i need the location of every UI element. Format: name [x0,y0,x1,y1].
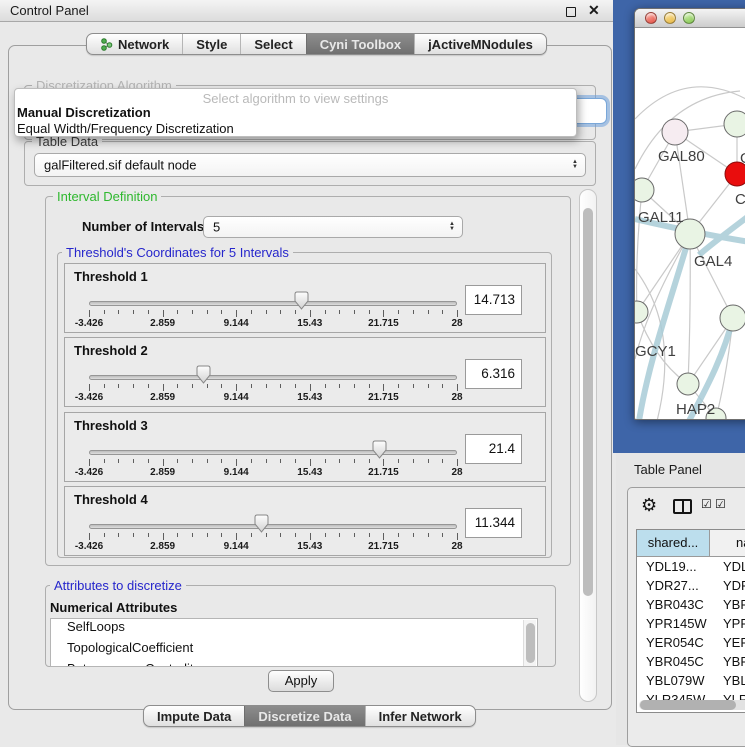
table-horizontal-scrollbar[interactable] [639,700,745,710]
column-layout-icon[interactable] [673,499,692,514]
bottom-tab-bar: Impute Data Discretize Data Infer Networ… [143,705,476,727]
table-row[interactable]: YPR145WYPR1 [637,614,745,633]
interval-definition-title: Interval Definition [53,189,161,204]
column-header-name[interactable]: na [710,530,745,556]
numerical-attributes-list[interactable]: SelfLoopsTopologicalCoefficientBetweenne… [50,618,538,667]
panel-scrollbar[interactable] [579,189,597,702]
slider-thumb[interactable] [195,365,212,384]
attribute-item[interactable]: TopologicalCoefficient [51,640,537,661]
checkbox-icon[interactable]: ☑ [715,497,726,511]
threshold-2-panel: Threshold 2 -3.4262.8599.14415.4321.7152… [64,337,546,407]
control-panel-titlebar: Control Panel ✕ [0,0,613,22]
stepper-arrows-icon: ▲▼ [572,160,578,170]
list-scrollbar[interactable] [523,620,536,667]
table-row[interactable]: YDR27...YDR2 [637,576,745,595]
attribute-item[interactable]: BetweennessCentrality [51,661,537,667]
threshold-1-value-field[interactable]: 14.713 [465,285,522,315]
control-panel: Control Panel ✕ Network Style Select Cyn… [0,0,613,745]
tab-network[interactable]: Network [87,34,182,54]
gear-icon[interactable]: ⚙ [641,495,657,516]
table-panel: Table Panel ⚙ ☑ ☑ shared... na YDL19...Y… [616,453,745,745]
attributes-group-title: Attributes to discretize [50,578,186,593]
slider-track[interactable] [89,450,457,455]
option-equal-width-frequency[interactable]: Equal Width/Frequency Discretization [15,121,576,137]
node-gal11[interactable] [635,178,654,202]
close-icon[interactable]: ✕ [588,2,600,19]
network-view-window[interactable]: GAL80 G C GAL11 GAL4 GCY1 H HAP2 [634,8,745,420]
scrollbar-thumb[interactable] [640,700,736,710]
algorithm-placeholder: Select algorithm to view settings [15,89,576,105]
apply-button[interactable]: Apply [268,670,334,692]
node-table-body: YDL19...YDL1YDR27...YDR2YBR043CYBR0YPR14… [637,557,745,713]
table-row[interactable]: YBR043CYBR0 [637,595,745,614]
label-hap2: HAP2 [676,401,715,418]
threshold-3-panel: Threshold 3 -3.4262.8599.14415.4321.7152… [64,412,546,482]
node-right-top[interactable] [724,111,745,137]
threshold-3-value-field[interactable]: 21.4 [465,434,522,464]
scrollbar-thumb[interactable] [526,623,535,663]
tab-style[interactable]: Style [182,34,240,54]
table-row[interactable]: YBL079WYBL0 [637,671,745,690]
network-icon [100,38,113,51]
tab-jactivemnodules[interactable]: jActiveMNodules [414,34,546,54]
tab-impute-data[interactable]: Impute Data [144,706,244,726]
table-data-value: galFiltered.sif default node [44,158,196,173]
label-gal11: GAL11 [638,209,684,226]
attribute-item[interactable]: SelfLoops [51,619,537,640]
table-row[interactable]: YDL19...YDL1 [637,557,745,576]
number-of-intervals-label: Number of Intervals [82,219,204,234]
table-data-combobox[interactable]: galFiltered.sif default node ▲▼ [34,153,586,177]
label-partial-g: G [740,150,745,167]
threshold-2-value-field[interactable]: 6.316 [465,359,522,389]
panel-title: Control Panel [10,3,89,18]
top-tab-bar: Network Style Select Cyni Toolbox jActiv… [86,33,547,55]
threshold-4-panel: Threshold 4 -3.4262.8599.14415.4321.7152… [64,486,546,556]
option-manual-discretization[interactable]: Manual Discretization [15,105,576,121]
table-row[interactable]: YER054CYER0 [637,633,745,652]
tab-cyni-toolbox[interactable]: Cyni Toolbox [306,34,414,54]
slider-thumb[interactable] [253,514,270,533]
threshold-1-panel: Threshold 1 -3.4262.8599.14415.4321.7152… [64,263,546,333]
stepper-arrows-icon: ▲▼ [449,222,455,232]
table-panel-body: ⚙ ☑ ☑ shared... na YDL19...YDL1YDR27...Y… [627,487,745,747]
threshold-4-value-field[interactable]: 11.344 [465,508,522,538]
table-row[interactable]: YBR045CYBR0 [637,652,745,671]
slider-thumb[interactable] [371,440,388,459]
threshold-coordinates-title: Threshold's Coordinates for 5 Intervals [62,245,293,260]
table-panel-title: Table Panel [634,462,702,477]
minimize-traffic-light-icon[interactable] [664,12,676,24]
checkbox-icon[interactable]: ☑ [701,497,712,511]
network-graph-canvas[interactable]: GAL80 G C GAL11 GAL4 GCY1 H HAP2 [635,29,745,420]
node-right-low[interactable] [720,305,745,331]
label-gal80: GAL80 [658,148,705,165]
number-of-intervals-combobox[interactable]: 5 ▲▼ [203,216,463,238]
label-partial-c: C [735,191,745,208]
label-gcy1: GCY1 [635,343,676,360]
column-header-shared-name[interactable]: shared... [637,530,710,556]
tab-select[interactable]: Select [240,34,305,54]
algorithm-dropdown-popup: Select algorithm to view settings Manual… [14,88,577,137]
network-window-titlebar[interactable] [635,9,745,28]
tab-discretize-data[interactable]: Discretize Data [244,706,364,726]
close-traffic-light-icon[interactable] [645,12,657,24]
tab-network-label: Network [118,37,169,52]
node-attribute-table[interactable]: shared... na YDL19...YDL1YDR27...YDR2YBR… [636,529,745,713]
node-gal80[interactable] [662,119,688,145]
slider-track[interactable] [89,524,457,529]
numerical-attributes-label: Numerical Attributes [50,600,177,615]
float-window-icon[interactable] [566,7,576,17]
tab-infer-network[interactable]: Infer Network [365,706,475,726]
number-of-intervals-value: 5 [213,220,220,235]
node-gcy1[interactable] [635,301,648,323]
table-header[interactable]: shared... na [637,530,745,557]
slider-track[interactable] [89,301,457,306]
label-gal4: GAL4 [694,253,732,270]
scrollbar-thumb[interactable] [583,208,593,596]
zoom-traffic-light-icon[interactable] [683,12,695,24]
slider-track[interactable] [89,375,457,380]
node-hap2[interactable] [677,373,699,395]
slider-thumb[interactable] [293,291,310,310]
